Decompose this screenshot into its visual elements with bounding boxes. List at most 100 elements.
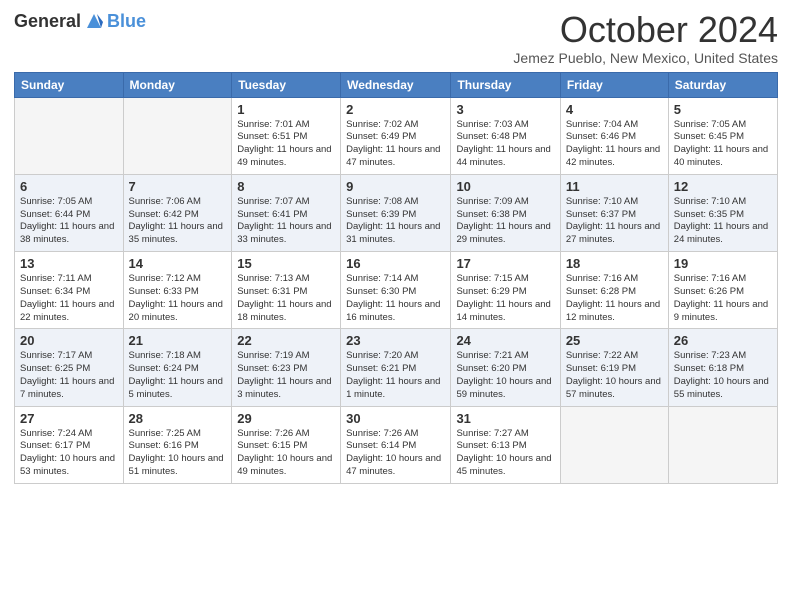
calendar-cell: 10 Sunrise: 7:09 AMSunset: 6:38 PMDayligh… [451, 174, 560, 251]
day-number: 6 [20, 179, 118, 194]
cell-content: Sunrise: 7:24 AMSunset: 6:17 PMDaylight:… [20, 428, 118, 479]
calendar-cell: 7Sunrise: 7:06 AMSunset: 6:42 PMDaylight… [123, 174, 232, 251]
day-number: 14 [129, 256, 227, 271]
cell-content: Sunrise: 7:15 AMSunset: 6:29 PMDaylight:… [456, 273, 554, 324]
calendar-cell: 18Sunrise: 7:16 AMSunset: 6:28 PMDayligh… [560, 252, 668, 329]
cell-content: Sunrise: 7:26 AMSunset: 6:14 PMDaylight:… [346, 428, 445, 479]
day-number: 21 [129, 333, 227, 348]
calendar-cell [668, 406, 777, 483]
cell-content: Sunrise: 7:22 AMSunset: 6:19 PMDaylight:… [566, 350, 663, 401]
calendar: SundayMondayTuesdayWednesdayThursdayFrid… [14, 72, 778, 484]
calendar-cell [15, 97, 124, 174]
day-number: 30 [346, 411, 445, 426]
day-number: 7 [129, 179, 227, 194]
calendar-cell: 11Sunrise: 7:10 AMSunset: 6:37 PMDayligh… [560, 174, 668, 251]
day-number: 31 [456, 411, 554, 426]
cell-content: Sunrise: 7:05 AMSunset: 6:45 PMDaylight:… [674, 119, 772, 170]
calendar-cell: 14 Sunrise: 7:12 AMSunset: 6:33 PMDayligh… [123, 252, 232, 329]
calendar-cell: 23 Sunrise: 7:20 AMSunset: 6:21 PMDayligh… [341, 329, 451, 406]
weekday-header-monday: Monday [123, 72, 232, 97]
day-number: 5 [674, 102, 772, 117]
cell-content: Sunrise: 7:04 AMSunset: 6:46 PMDaylight:… [566, 119, 663, 170]
day-number: 23 [346, 333, 445, 348]
calendar-cell: 17 Sunrise: 7:15 AMSunset: 6:29 PMDayligh… [451, 252, 560, 329]
calendar-cell: 29 Sunrise: 7:26 AMSunset: 6:15 PMDayligh… [232, 406, 341, 483]
cell-content: Sunrise: 7:08 AMSunset: 6:39 PMDaylight:… [346, 196, 445, 247]
title-area: October 2024 Jemez Pueblo, New Mexico, U… [513, 10, 778, 66]
day-number: 26 [674, 333, 772, 348]
calendar-cell: 26 Sunrise: 7:23 AMSunset: 6:18 PMDayligh… [668, 329, 777, 406]
calendar-cell: 16 Sunrise: 7:14 AMSunset: 6:30 PMDayligh… [341, 252, 451, 329]
cell-content: Sunrise: 7:07 AMSunset: 6:41 PMDaylight:… [237, 196, 335, 247]
calendar-cell: 30 Sunrise: 7:26 AMSunset: 6:14 PMDayligh… [341, 406, 451, 483]
cell-content: Sunrise: 7:23 AMSunset: 6:18 PMDaylight:… [674, 350, 772, 401]
day-number: 10 [456, 179, 554, 194]
weekday-header-friday: Friday [560, 72, 668, 97]
cell-content: Sunrise: 7:26 AMSunset: 6:15 PMDaylight:… [237, 428, 335, 479]
calendar-header-row: SundayMondayTuesdayWednesdayThursdayFrid… [15, 72, 778, 97]
location: Jemez Pueblo, New Mexico, United States [513, 50, 778, 66]
calendar-cell: 31 Sunrise: 7:27 AMSunset: 6:13 PMDayligh… [451, 406, 560, 483]
day-number: 27 [20, 411, 118, 426]
day-number: 4 [566, 102, 663, 117]
cell-content: Sunrise: 7:14 AMSunset: 6:30 PMDaylight:… [346, 273, 445, 324]
calendar-cell: 25 Sunrise: 7:22 AMSunset: 6:19 PMDayligh… [560, 329, 668, 406]
calendar-cell: 15Sunrise: 7:13 AMSunset: 6:31 PMDayligh… [232, 252, 341, 329]
logo-blue: Blue [107, 11, 146, 32]
calendar-cell: 24Sunrise: 7:21 AMSunset: 6:20 PMDayligh… [451, 329, 560, 406]
calendar-cell: 5 Sunrise: 7:05 AMSunset: 6:45 PMDaylight… [668, 97, 777, 174]
cell-content: Sunrise: 7:17 AMSunset: 6:25 PMDaylight:… [20, 350, 118, 401]
calendar-cell: 8 Sunrise: 7:07 AMSunset: 6:41 PMDaylight… [232, 174, 341, 251]
page: General Blue October 2024 Jemez Pueblo, … [0, 0, 792, 612]
day-number: 3 [456, 102, 554, 117]
calendar-week-row: 1Sunrise: 7:01 AMSunset: 6:51 PMDaylight… [15, 97, 778, 174]
cell-content: Sunrise: 7:20 AMSunset: 6:21 PMDaylight:… [346, 350, 445, 401]
calendar-cell: 12 Sunrise: 7:10 AMSunset: 6:35 PMDayligh… [668, 174, 777, 251]
day-number: 8 [237, 179, 335, 194]
day-number: 17 [456, 256, 554, 271]
cell-content: Sunrise: 7:25 AMSunset: 6:16 PMDaylight:… [129, 428, 227, 479]
cell-content: Sunrise: 7:16 AMSunset: 6:26 PMDaylight:… [674, 273, 772, 324]
cell-content: Sunrise: 7:01 AMSunset: 6:51 PMDaylight:… [237, 119, 335, 170]
calendar-cell: 22Sunrise: 7:19 AMSunset: 6:23 PMDayligh… [232, 329, 341, 406]
day-number: 25 [566, 333, 663, 348]
cell-content: Sunrise: 7:19 AMSunset: 6:23 PMDaylight:… [237, 350, 335, 401]
logo-icon [83, 10, 105, 32]
calendar-cell: 21 Sunrise: 7:18 AMSunset: 6:24 PMDayligh… [123, 329, 232, 406]
calendar-cell [560, 406, 668, 483]
weekday-header-tuesday: Tuesday [232, 72, 341, 97]
calendar-cell: 28Sunrise: 7:25 AMSunset: 6:16 PMDayligh… [123, 406, 232, 483]
day-number: 19 [674, 256, 772, 271]
calendar-cell [123, 97, 232, 174]
cell-content: Sunrise: 7:10 AMSunset: 6:35 PMDaylight:… [674, 196, 772, 247]
cell-content: Sunrise: 7:11 AMSunset: 6:34 PMDaylight:… [20, 273, 118, 324]
calendar-week-row: 13 Sunrise: 7:11 AMSunset: 6:34 PMDayligh… [15, 252, 778, 329]
day-number: 13 [20, 256, 118, 271]
calendar-cell: 27 Sunrise: 7:24 AMSunset: 6:17 PMDayligh… [15, 406, 124, 483]
cell-content: Sunrise: 7:05 AMSunset: 6:44 PMDaylight:… [20, 196, 118, 247]
cell-content: Sunrise: 7:12 AMSunset: 6:33 PMDaylight:… [129, 273, 227, 324]
calendar-cell: 3Sunrise: 7:03 AMSunset: 6:48 PMDaylight… [451, 97, 560, 174]
day-number: 12 [674, 179, 772, 194]
calendar-cell: 6 Sunrise: 7:05 AMSunset: 6:44 PMDaylight… [15, 174, 124, 251]
logo: General Blue [14, 10, 146, 32]
day-number: 16 [346, 256, 445, 271]
weekday-header-saturday: Saturday [668, 72, 777, 97]
day-number: 29 [237, 411, 335, 426]
day-number: 18 [566, 256, 663, 271]
day-number: 24 [456, 333, 554, 348]
day-number: 2 [346, 102, 445, 117]
calendar-cell: 19 Sunrise: 7:16 AMSunset: 6:26 PMDayligh… [668, 252, 777, 329]
calendar-cell: 13 Sunrise: 7:11 AMSunset: 6:34 PMDayligh… [15, 252, 124, 329]
day-number: 9 [346, 179, 445, 194]
logo-general: General [14, 11, 81, 32]
day-number: 20 [20, 333, 118, 348]
cell-content: Sunrise: 7:09 AMSunset: 6:38 PMDaylight:… [456, 196, 554, 247]
weekday-header-wednesday: Wednesday [341, 72, 451, 97]
cell-content: Sunrise: 7:18 AMSunset: 6:24 PMDaylight:… [129, 350, 227, 401]
cell-content: Sunrise: 7:13 AMSunset: 6:31 PMDaylight:… [237, 273, 335, 324]
calendar-week-row: 6 Sunrise: 7:05 AMSunset: 6:44 PMDaylight… [15, 174, 778, 251]
cell-content: Sunrise: 7:27 AMSunset: 6:13 PMDaylight:… [456, 428, 554, 479]
month-title: October 2024 [513, 10, 778, 50]
cell-content: Sunrise: 7:02 AMSunset: 6:49 PMDaylight:… [346, 119, 445, 170]
